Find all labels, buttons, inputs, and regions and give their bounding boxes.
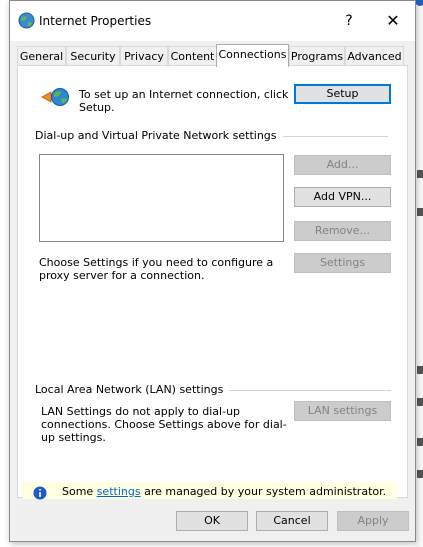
background-window xyxy=(415,0,423,547)
lan-description: LAN Settings do not apply to dial-up con… xyxy=(41,405,287,444)
connection-list[interactable] xyxy=(39,154,284,242)
info-icon xyxy=(33,486,47,500)
internet-properties-dialog: Internet Properties ? ✕ General Security… xyxy=(9,0,416,542)
radio-icon xyxy=(415,0,423,6)
network-setup-icon xyxy=(41,88,69,106)
window-title: Internet Properties xyxy=(39,14,152,28)
lan-heading: Local Area Network (LAN) settings xyxy=(35,383,230,396)
background-text xyxy=(417,366,423,374)
background-text xyxy=(417,438,423,446)
title-bar: Internet Properties ? ✕ xyxy=(10,1,415,41)
policy-message-suffix: are managed by your system administrator… xyxy=(144,485,387,498)
connections-panel: To set up an Internet connection, click … xyxy=(17,65,408,498)
apply-button[interactable]: Apply xyxy=(337,511,409,531)
internet-globe-icon xyxy=(18,12,35,29)
setup-button[interactable]: Setup xyxy=(294,84,391,104)
lan-settings-button[interactable]: LAN settings xyxy=(294,401,391,421)
tab-advanced[interactable]: Advanced xyxy=(345,46,404,66)
tab-security[interactable]: Security xyxy=(66,46,120,66)
background-text xyxy=(417,398,423,406)
add-vpn-button[interactable]: Add VPN... xyxy=(294,187,391,207)
tab-connections[interactable]: Connections xyxy=(216,44,289,67)
policy-message: Some settings are managed by your system… xyxy=(62,485,386,498)
tab-programs[interactable]: Programs xyxy=(289,46,345,66)
settings-link[interactable]: settings xyxy=(97,485,141,498)
cancel-button[interactable]: Cancel xyxy=(256,511,328,531)
tab-content[interactable]: Content xyxy=(168,46,217,66)
add-button[interactable]: Add... xyxy=(294,155,391,175)
close-button[interactable]: ✕ xyxy=(381,9,405,33)
setup-description: To set up an Internet connection, click … xyxy=(79,88,289,114)
dialup-vpn-heading: Dial-up and Virtual Private Network sett… xyxy=(35,129,283,142)
tab-privacy[interactable]: Privacy xyxy=(120,46,168,66)
policy-message-prefix: Some xyxy=(62,485,94,498)
background-text xyxy=(417,208,423,216)
proxy-description: Choose Settings if you need to configure… xyxy=(39,256,274,282)
settings-button[interactable]: Settings xyxy=(294,253,391,273)
ok-button[interactable]: OK xyxy=(176,511,248,531)
remove-button[interactable]: Remove... xyxy=(294,221,391,241)
tab-general[interactable]: General xyxy=(17,46,66,66)
background-text xyxy=(417,170,423,178)
background-text xyxy=(417,470,423,478)
help-button[interactable]: ? xyxy=(339,11,359,31)
